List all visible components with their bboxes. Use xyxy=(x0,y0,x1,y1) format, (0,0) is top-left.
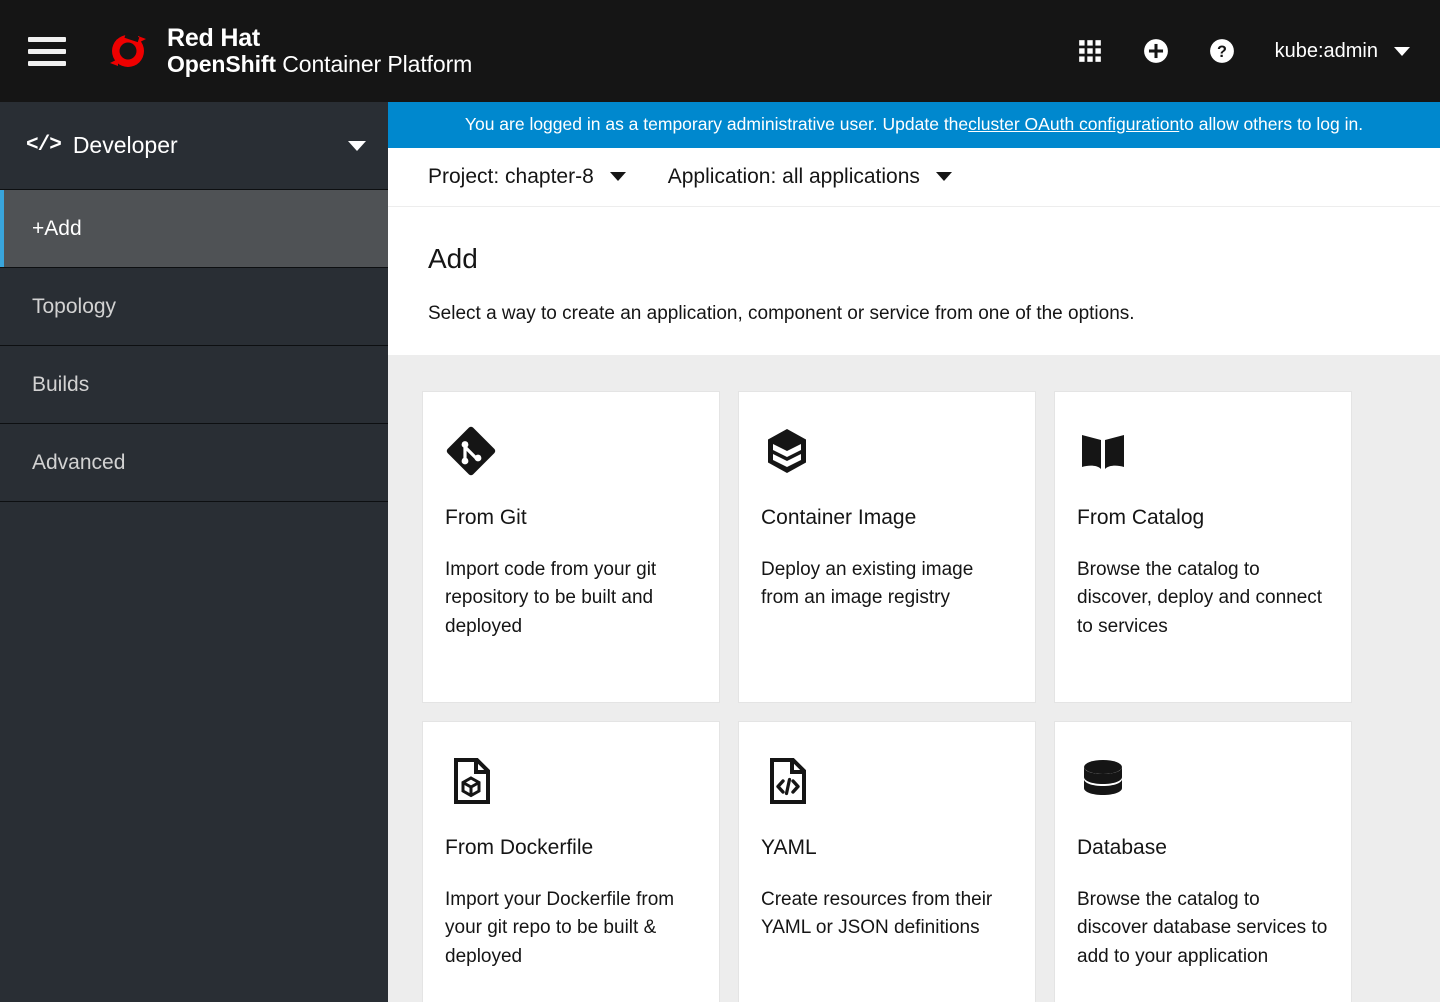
container-image-icon xyxy=(761,418,1013,484)
sidebar: </> Developer +Add Topology Builds Advan… xyxy=(0,102,388,1002)
project-application-toolbar: Project: chapter-8 Application: all appl… xyxy=(388,147,1440,207)
body: </> Developer +Add Topology Builds Advan… xyxy=(0,102,1440,1002)
sidebar-empty-space xyxy=(0,502,388,1002)
application-selector-label: Application: all applications xyxy=(667,164,920,188)
brand-openshift: OpenShift xyxy=(167,51,276,78)
svg-text:?: ? xyxy=(1217,43,1227,61)
hamburger-bar xyxy=(28,60,66,66)
card-yaml[interactable]: YAML Create resources from their YAML or… xyxy=(738,720,1036,1002)
application-selector[interactable]: Application: all applications xyxy=(668,165,952,189)
card-description: Browse the catalog to discover, deploy a… xyxy=(1077,558,1323,637)
masthead-actions: ? kube:admin xyxy=(1077,38,1410,64)
sidebar-item-label: Builds xyxy=(32,372,90,396)
perspective-label: Developer xyxy=(72,132,178,158)
brand-text: Red Hat OpenShift Container Platform xyxy=(167,25,472,77)
dockerfile-icon xyxy=(445,748,697,814)
database-icon xyxy=(1077,748,1329,814)
application-launcher-icon[interactable] xyxy=(1077,38,1103,64)
git-icon xyxy=(445,418,697,484)
card-from-catalog[interactable]: From Catalog Browse the catalog to disco… xyxy=(1054,390,1352,703)
sidebar-item-builds[interactable]: Builds xyxy=(0,346,388,424)
card-title: From Catalog xyxy=(1077,505,1205,529)
add-options-area: From Git Import code from your git repos… xyxy=(388,354,1440,1002)
add-options-grid: From Git Import code from your git repos… xyxy=(422,390,1406,1002)
code-brackets-icon: </> xyxy=(26,134,62,157)
project-selector-label: Project: chapter-8 xyxy=(428,164,594,188)
brand-container-platform: Container Platform xyxy=(275,51,473,78)
card-from-dockerfile[interactable]: From Dockerfile Import your Dockerfile f… xyxy=(422,720,720,1002)
yaml-code-file-icon xyxy=(761,748,1013,814)
banner-text-before: You are logged in as a temporary adminis… xyxy=(464,114,969,135)
card-title: From Dockerfile xyxy=(445,835,594,859)
brand-title-redhat: Red Hat xyxy=(167,24,261,53)
sidebar-item-label: +Add xyxy=(32,216,82,240)
chevron-down-icon xyxy=(1394,46,1410,56)
user-menu[interactable]: kube:admin xyxy=(1275,40,1410,63)
user-name: kube:admin xyxy=(1274,39,1378,62)
masthead: Red Hat OpenShift Container Platform ? k… xyxy=(0,0,1440,102)
chevron-down-icon xyxy=(609,172,626,182)
cluster-oauth-configuration-link[interactable]: cluster OAuth configuration xyxy=(968,114,1179,135)
banner-text-after: to allow others to log in. xyxy=(1179,114,1364,135)
openshift-console: Red Hat OpenShift Container Platform ? k… xyxy=(0,0,1440,1002)
catalog-book-icon xyxy=(1077,418,1329,484)
card-title: From Git xyxy=(445,505,527,529)
card-title: Database xyxy=(1077,835,1167,859)
project-selector[interactable]: Project: chapter-8 xyxy=(428,165,626,189)
brand-logo[interactable]: Red Hat OpenShift Container Platform xyxy=(104,25,472,77)
sidebar-item-topology[interactable]: Topology xyxy=(0,268,388,346)
card-title: Container Image xyxy=(761,505,917,529)
hamburger-icon[interactable] xyxy=(28,36,66,66)
red-hat-logo-icon xyxy=(110,32,146,67)
page-title: Add xyxy=(428,242,478,274)
sidebar-item-label: Advanced xyxy=(32,450,126,474)
card-title: YAML xyxy=(761,835,817,859)
import-yaml-plus-icon[interactable] xyxy=(1143,38,1169,64)
chevron-down-icon xyxy=(348,140,366,151)
card-description: Deploy an existing image from an image r… xyxy=(761,558,974,609)
help-icon[interactable]: ? xyxy=(1209,38,1235,64)
chevron-down-icon xyxy=(935,172,952,182)
sidebar-item-advanced[interactable]: Advanced xyxy=(0,424,388,502)
card-description: Import your Dockerfile from your git rep… xyxy=(445,888,675,967)
card-from-git[interactable]: From Git Import code from your git repos… xyxy=(422,390,720,703)
brand-title-product: OpenShift Container Platform xyxy=(167,52,472,77)
sidebar-item-label: Topology xyxy=(32,294,117,318)
page-subtitle: Select a way to create an application, c… xyxy=(428,302,1135,324)
hamburger-bar xyxy=(28,48,66,54)
page-header: Add Select a way to create an applicatio… xyxy=(388,206,1440,355)
card-description: Import code from your git repository to … xyxy=(445,558,657,637)
card-database[interactable]: Database Browse the catalog to discover … xyxy=(1054,720,1352,1002)
hamburger-bar xyxy=(28,36,66,42)
perspective-switcher-developer[interactable]: </> Developer xyxy=(0,102,388,190)
card-description: Create resources from their YAML or JSON… xyxy=(761,888,993,939)
sidebar-item-add[interactable]: +Add xyxy=(0,190,388,268)
temporary-user-banner: You are logged in as a temporary adminis… xyxy=(388,102,1440,148)
card-description: Browse the catalog to discover database … xyxy=(1077,888,1328,967)
card-container-image[interactable]: Container Image Deploy an existing image… xyxy=(738,390,1036,703)
main-content: You are logged in as a temporary adminis… xyxy=(388,102,1440,1002)
